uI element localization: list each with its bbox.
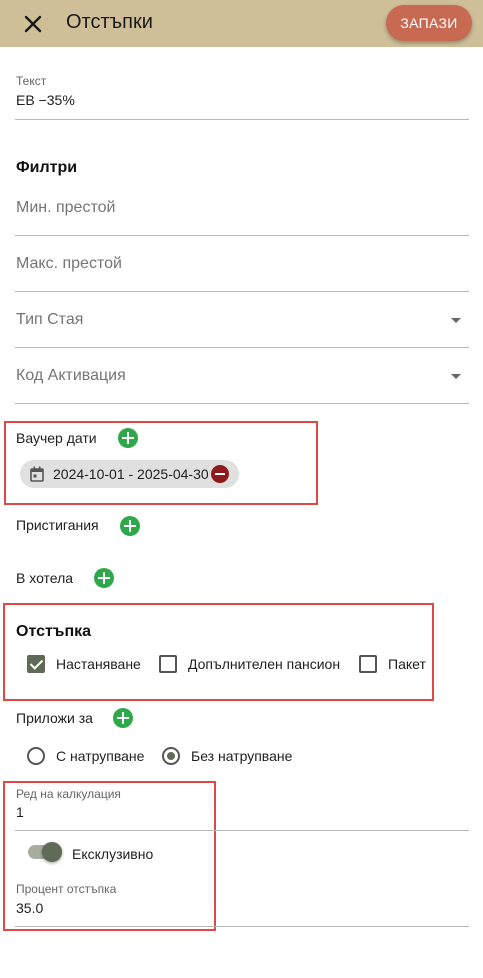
voucher-dates-label: Ваучер дати — [16, 430, 97, 446]
room-type-underline — [15, 347, 469, 348]
add-in-hotel-icon[interactable] — [94, 568, 114, 588]
voucher-date-chip[interactable]: 2024-10-01 - 2025-04-30 — [20, 460, 239, 488]
radio-stacking[interactable] — [27, 747, 45, 765]
add-apply-to-icon[interactable] — [113, 708, 133, 728]
radio-no-stacking[interactable] — [162, 747, 180, 765]
min-stay-underline — [15, 235, 469, 236]
highlight-box-discount — [3, 603, 434, 701]
percent-label: Процент отстъпка — [16, 882, 117, 896]
add-voucher-date-icon[interactable] — [118, 428, 138, 448]
percent-input[interactable]: 35.0 — [16, 900, 43, 916]
radio-no-stacking-label: Без натрупване — [191, 748, 293, 764]
page-title: Отстъпки — [66, 11, 153, 33]
min-stay-input[interactable]: Мин. престой — [16, 199, 115, 217]
filters-title: Филтри — [16, 159, 78, 176]
radio-stacking-label: С натрупване — [56, 748, 145, 764]
text-field-label: Текст — [16, 74, 47, 88]
activation-code-select[interactable]: Код Активация — [16, 367, 126, 385]
checkbox-package[interactable] — [359, 655, 377, 673]
checkbox-extra-board[interactable] — [159, 655, 177, 673]
calendar-icon — [30, 466, 44, 482]
add-arrival-icon[interactable] — [120, 516, 140, 536]
chevron-down-icon[interactable] — [451, 318, 461, 323]
calc-order-input[interactable]: 1 — [16, 804, 24, 820]
calc-order-underline — [15, 830, 469, 831]
text-field[interactable]: ЕВ −35% — [16, 92, 75, 108]
discount-title: Отстъпка — [16, 623, 92, 640]
max-stay-underline — [15, 291, 469, 292]
text-field-underline — [15, 119, 469, 120]
close-icon[interactable] — [20, 11, 46, 37]
arrivals-label: Пристигания — [16, 517, 99, 533]
chevron-down-icon[interactable] — [451, 374, 461, 379]
checkbox-accommodation-label: Настаняване — [56, 656, 141, 672]
save-button[interactable]: ЗАПАЗИ — [386, 5, 472, 41]
max-stay-input[interactable]: Макс. престой — [16, 255, 122, 273]
exclusive-toggle-thumb[interactable] — [42, 842, 62, 862]
checkbox-accommodation[interactable] — [27, 655, 45, 673]
remove-voucher-date-icon[interactable] — [211, 465, 229, 483]
room-type-select[interactable]: Тип Стая — [16, 311, 83, 329]
checkbox-package-label: Пакет — [388, 656, 426, 672]
apply-to-label: Приложи за — [16, 710, 93, 726]
percent-underline — [15, 926, 469, 927]
in-hotel-label: В хотела — [16, 570, 74, 586]
exclusive-label: Ексклузивно — [72, 846, 154, 862]
voucher-date-chip-label: 2024-10-01 - 2025-04-30 — [53, 466, 209, 482]
calc-order-label: Ред на калкулация — [16, 787, 121, 801]
activation-code-underline — [15, 403, 469, 404]
checkbox-extra-board-label: Допълнителен пансион — [188, 656, 341, 672]
top-app-bar: Отстъпки ЗАПАЗИ — [0, 0, 483, 47]
